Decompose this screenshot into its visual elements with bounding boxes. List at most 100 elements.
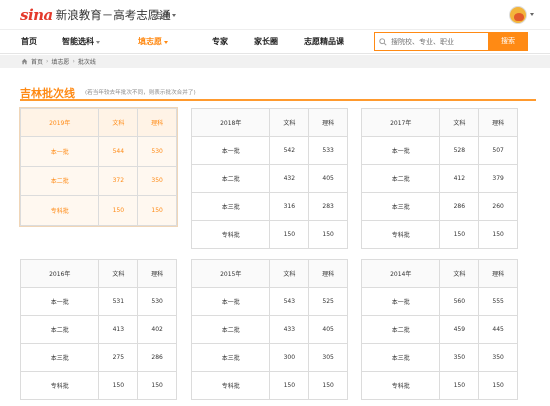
table-row: 本一批 544 530 [19,136,177,167]
year-header: 2015年 [190,259,271,288]
batch-name: 专科批 [360,371,441,400]
year-header: 2017年 [360,108,441,137]
score-table-2014: 2014年 文科 理科 本一批 560 555 本二批 459 445 本三批 350 350 专科批 1… [360,259,518,400]
breadcrumb-home[interactable]: 首页 [31,57,43,66]
table-row: 本三批 300 305 [190,343,348,372]
liberal-arts-score: 275 [98,343,139,372]
batch-name: 本三批 [360,192,441,221]
table-row: 专科批 150 150 [19,371,177,400]
batch-name: 本二批 [19,315,100,344]
batch-name: 本一批 [19,287,100,316]
science-header: 理科 [308,259,348,288]
table-row: 本三批 316 283 [190,192,348,221]
science-score: 150 [478,220,518,249]
site-logo[interactable]: sina 新浪教育－高考志愿通 [20,6,171,24]
search-button[interactable]: 搜索 [488,32,528,51]
liberal-arts-score: 531 [98,287,139,316]
science-score: 405 [308,164,348,193]
year-header: 2014年 [360,259,441,288]
liberal-arts-header: 文科 [439,108,480,137]
batch-name: 本一批 [19,136,100,167]
nav-item-label: 智能选科 [62,37,94,46]
liberal-arts-header: 文科 [98,108,139,137]
science-score: 530 [137,136,177,167]
liberal-arts-score: 542 [269,136,310,165]
batch-name: 专科批 [19,371,100,400]
region-label: 吉林 [154,11,170,20]
batch-name: 本二批 [190,164,271,193]
liberal-arts-score: 433 [269,315,310,344]
home-icon [21,58,28,65]
nav-item-label: 家长圈 [254,37,278,46]
batch-name: 专科批 [190,220,271,249]
science-score: 533 [308,136,348,165]
table-row: 本二批 413 402 [19,315,177,344]
table-header-row: 2015年 文科 理科 [190,259,348,288]
science-score: 150 [308,371,348,400]
science-score: 286 [137,343,177,372]
nav-item-fill-application[interactable]: 填志愿 [138,30,168,54]
liberal-arts-header: 文科 [439,259,480,288]
science-score: 445 [478,315,518,344]
batch-name: 专科批 [360,220,441,249]
score-table-2015: 2015年 文科 理科 本一批 543 525 本二批 433 405 本三批 300 305 专科批 1… [190,259,348,400]
nav-item-parents-circle[interactable]: 家长圈 [254,30,278,54]
batch-name: 本二批 [19,165,100,196]
liberal-arts-score: 150 [269,371,310,400]
batch-name: 本一批 [360,287,441,316]
science-score: 555 [478,287,518,316]
science-header: 理科 [137,259,177,288]
liberal-arts-score: 544 [98,136,139,167]
table-row: 本一批 542 533 [190,136,348,165]
science-score: 260 [478,192,518,221]
year-header: 2016年 [19,259,100,288]
table-row: 本三批 286 260 [360,192,518,221]
avatar[interactable] [509,6,527,24]
batch-name: 本三批 [190,343,271,372]
table-row: 本二批 459 445 [360,315,518,344]
batch-name: 本三批 [360,343,441,372]
science-header: 理科 [137,108,177,137]
nav-item-home[interactable]: 首页 [21,30,37,54]
table-row: 本三批 275 286 [19,343,177,372]
liberal-arts-score: 412 [439,164,480,193]
nav-item-experts[interactable]: 专家 [212,30,228,54]
science-score: 305 [308,343,348,372]
year-header: 2018年 [190,108,271,137]
nav-item-label: 填志愿 [138,37,162,46]
liberal-arts-score: 150 [439,371,480,400]
batch-name: 本三批 [190,192,271,221]
table-row: 本二批 433 405 [190,315,348,344]
page-note: (若当年较去年批次不同，则表示批次合并了) [85,90,196,96]
table-row: 专科批 150 150 [190,371,348,400]
chevron-down-icon[interactable] [530,13,534,16]
title-divider [20,99,536,101]
nav-item-premium-courses[interactable]: 志愿精品课 [304,30,344,54]
science-score: 350 [478,343,518,372]
science-score: 150 [478,371,518,400]
science-score: 379 [478,164,518,193]
science-header: 理科 [308,108,348,137]
breadcrumb-fill-application[interactable]: 填志愿 [51,57,69,66]
region-selector[interactable]: 吉林 [154,10,176,21]
liberal-arts-header: 文科 [269,108,310,137]
table-row: 本二批 412 379 [360,164,518,193]
liberal-arts-score: 286 [439,192,480,221]
table-header-row: 2019年 文科 理科 [19,108,177,137]
science-score: 525 [308,287,348,316]
search-box [374,32,488,51]
batch-name: 本二批 [360,315,441,344]
table-row: 专科批 150 150 [360,220,518,249]
chevron-right-icon: › [46,58,49,65]
science-score: 150 [137,371,177,400]
nav-item-smart-subject[interactable]: 智能选科 [62,30,100,54]
batch-name: 本一批 [190,136,271,165]
nav-item-label: 志愿精品课 [304,37,344,46]
table-header-row: 2018年 文科 理科 [190,108,348,137]
search-input[interactable] [391,37,487,46]
breadcrumb: 首页 › 填志愿 › 批次线 [0,55,550,68]
liberal-arts-score: 372 [98,165,139,196]
liberal-arts-score: 413 [98,315,139,344]
table-row: 专科批 150 150 [19,195,177,226]
liberal-arts-header: 文科 [98,259,139,288]
